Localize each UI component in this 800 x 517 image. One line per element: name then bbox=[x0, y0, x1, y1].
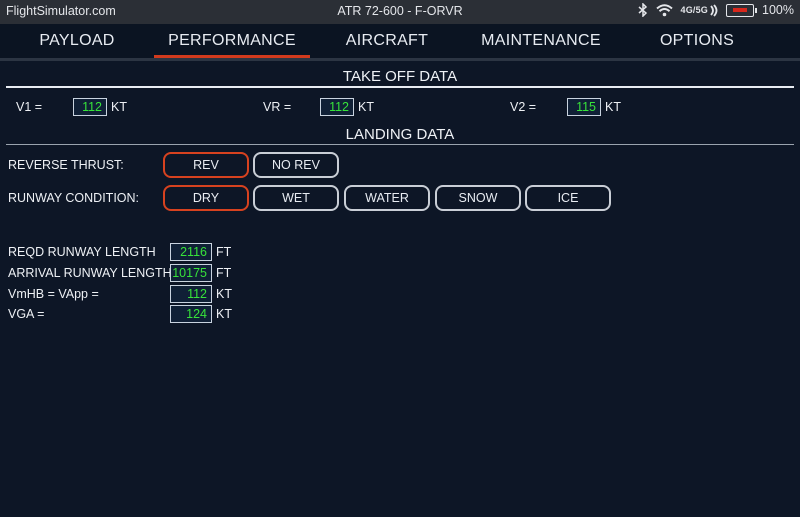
tab-options[interactable]: OPTIONS bbox=[648, 24, 746, 58]
runway-condition-label: RUNWAY CONDITION: bbox=[8, 191, 140, 205]
vmhb-vapp-label: VmHB = VApp = bbox=[8, 287, 99, 301]
vga-value: 124 bbox=[170, 305, 212, 323]
water-button[interactable]: WATER bbox=[344, 185, 430, 211]
vmhb-vapp-unit: KT bbox=[216, 287, 232, 301]
snow-button[interactable]: SNOW bbox=[435, 185, 521, 211]
vr-unit: KT bbox=[358, 100, 374, 114]
arrival-runway-length-value: 10175 bbox=[170, 264, 212, 282]
vmhb-vapp-value: 112 bbox=[170, 285, 212, 303]
rev-button[interactable]: REV bbox=[163, 152, 249, 178]
status-icons: 4G/5G 100% bbox=[638, 3, 794, 17]
arrival-runway-length-unit: FT bbox=[216, 266, 232, 280]
arrival-runway-length-label: ARRIVAL RUNWAY LENGTH bbox=[8, 266, 172, 280]
takeoff-divider bbox=[6, 86, 794, 88]
reverse-thrust-label: REVERSE THRUST: bbox=[8, 158, 124, 172]
v1-value: 112 bbox=[73, 98, 107, 116]
tab-bar-divider bbox=[0, 58, 800, 61]
tab-aircraft[interactable]: AIRCRAFT bbox=[333, 24, 441, 58]
tab-maintenance[interactable]: MAINTENANCE bbox=[470, 24, 612, 58]
network-type: 4G/5G bbox=[680, 5, 709, 15]
reqd-runway-length-value: 2116 bbox=[170, 243, 212, 261]
tab-payload[interactable]: PAYLOAD bbox=[20, 24, 134, 58]
vga-label: VGA = bbox=[8, 307, 45, 321]
wifi-icon bbox=[655, 3, 673, 16]
bluetooth-icon bbox=[638, 3, 647, 17]
landing-title: LANDING DATA bbox=[345, 126, 455, 143]
v1-label: V1 = bbox=[16, 100, 43, 114]
tab-performance[interactable]: PERFORMANCE bbox=[154, 24, 310, 58]
status-bar: FlightSimulator.com ATR 72-600 - F-ORVR … bbox=[0, 0, 800, 24]
tab-bar: PAYLOAD PERFORMANCE AIRCRAFT MAINTENANCE… bbox=[0, 24, 800, 58]
v1-unit: KT bbox=[111, 100, 127, 114]
ice-button[interactable]: ICE bbox=[525, 185, 611, 211]
reqd-runway-length-unit: FT bbox=[216, 245, 232, 259]
landing-divider bbox=[6, 144, 794, 145]
vga-unit: KT bbox=[216, 307, 232, 321]
v2-label: V2 = bbox=[510, 100, 537, 114]
battery-icon bbox=[726, 3, 758, 17]
cellular-signal: 4G/5G bbox=[680, 3, 719, 17]
no-rev-button[interactable]: NO REV bbox=[253, 152, 339, 178]
reqd-runway-length-label: REQD RUNWAY LENGTH bbox=[8, 245, 156, 259]
takeoff-title: TAKE OFF DATA bbox=[342, 68, 458, 85]
v2-unit: KT bbox=[605, 100, 621, 114]
battery-level: 100% bbox=[762, 3, 794, 17]
signal-icon bbox=[710, 3, 718, 17]
wet-button[interactable]: WET bbox=[253, 185, 339, 211]
vr-label: VR = bbox=[263, 100, 292, 114]
vr-value: 112 bbox=[320, 98, 354, 116]
v2-value: 115 bbox=[567, 98, 601, 116]
dry-button[interactable]: DRY bbox=[163, 185, 249, 211]
